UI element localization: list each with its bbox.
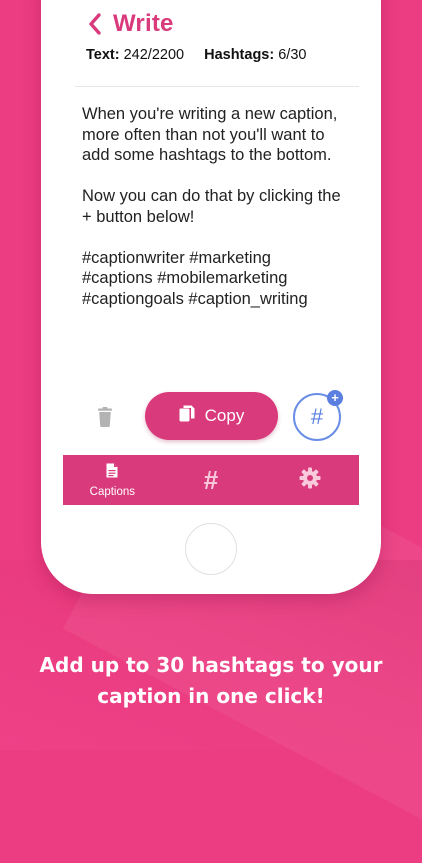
caption-hashtag-line: #captiongoals #caption_writing bbox=[82, 289, 308, 308]
navigation-bar: Write bbox=[63, 8, 174, 40]
chevron-left-icon[interactable] bbox=[81, 9, 111, 39]
copy-button[interactable]: Copy bbox=[145, 392, 278, 440]
caption-hashtag-line: #captions #mobilemarketing bbox=[82, 269, 288, 287]
text-count: Text: 242/2200 bbox=[86, 47, 184, 63]
hashtag-icon: # bbox=[203, 464, 219, 495]
document-icon bbox=[106, 463, 118, 483]
hashtag-count-value: 6/30 bbox=[278, 47, 307, 63]
copy-icon bbox=[179, 405, 195, 428]
action-row: Copy # + bbox=[63, 390, 359, 441]
caption-text-area[interactable]: When you're writing a new caption, more … bbox=[82, 104, 352, 309]
caption-stats: Text: 242/2200 Hashtags: 6/30 bbox=[86, 47, 306, 63]
caption-hashtag-line: #captionwriter #marketing bbox=[82, 248, 271, 267]
tab-hashtags[interactable]: # bbox=[162, 455, 261, 505]
hashtag-icon: # bbox=[310, 404, 324, 429]
caption-paragraph: Now you can do that by clicking the + bu… bbox=[82, 187, 341, 226]
plus-badge-icon[interactable]: + bbox=[327, 390, 343, 406]
trash-icon[interactable] bbox=[96, 407, 114, 432]
promo-text: Add up to 30 hashtags to your caption in… bbox=[0, 650, 422, 712]
tab-captions-label: Captions bbox=[89, 485, 136, 498]
gear-icon bbox=[299, 467, 321, 494]
home-button bbox=[185, 523, 237, 575]
hashtag-count-label: Hashtags: bbox=[204, 47, 275, 63]
promo-line: Add up to 30 hashtags to your bbox=[39, 653, 383, 677]
text-count-label: Text: bbox=[86, 47, 120, 63]
caption-paragraph: When you're writing a new caption, more … bbox=[82, 105, 338, 164]
tab-bar: Captions # bbox=[63, 455, 359, 505]
text-count-value: 242/2200 bbox=[123, 47, 185, 63]
hashtag-count: Hashtags: 6/30 bbox=[204, 47, 306, 63]
divider bbox=[75, 86, 359, 87]
copy-button-label: Copy bbox=[204, 406, 245, 425]
promo-line: caption in one click! bbox=[97, 684, 325, 708]
app-screen: Write Text: 242/2200 Hashtags: 6/30 When… bbox=[63, 0, 359, 505]
tab-captions[interactable]: Captions bbox=[63, 455, 162, 505]
page-title[interactable]: Write bbox=[113, 10, 174, 38]
tab-settings[interactable] bbox=[260, 455, 359, 505]
